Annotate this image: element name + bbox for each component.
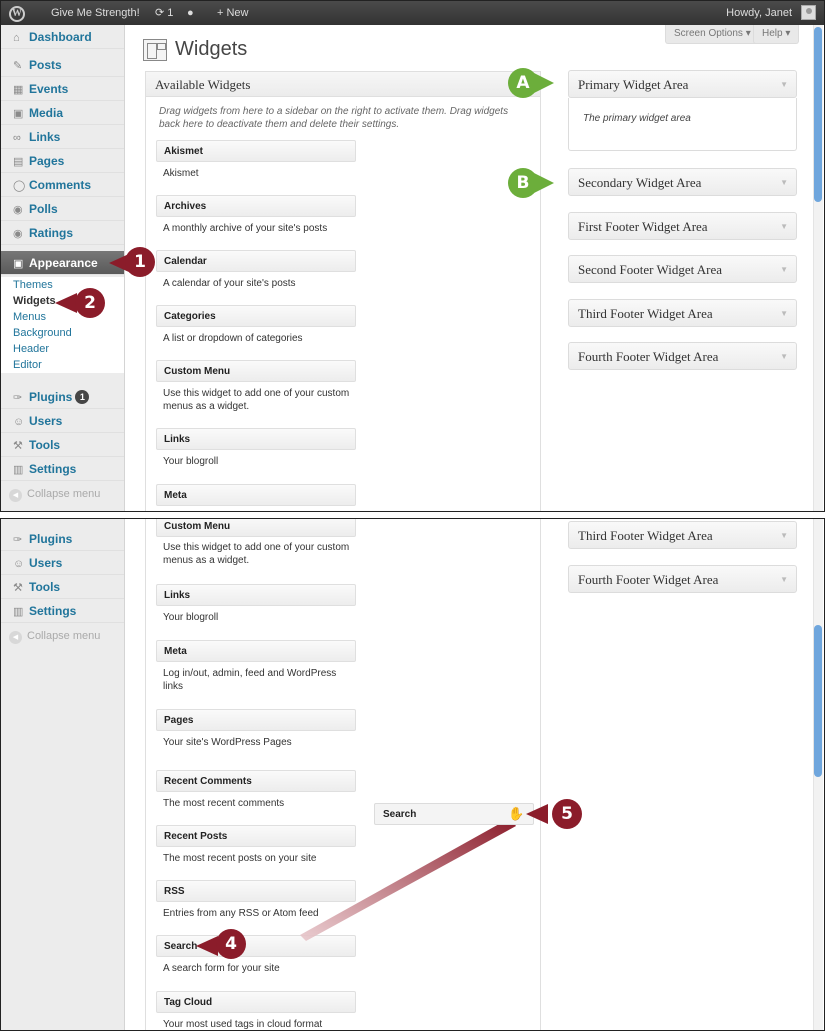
- drag-arrow-path: [300, 818, 516, 941]
- callout-step-4: 4: [216, 929, 246, 959]
- callout-arrow: [526, 804, 548, 824]
- grab-hand-icon: ✋: [508, 806, 525, 821]
- callout-arrow: [196, 936, 218, 956]
- callout-step-5: 5: [552, 799, 582, 829]
- drag-path-overlay: [300, 818, 516, 941]
